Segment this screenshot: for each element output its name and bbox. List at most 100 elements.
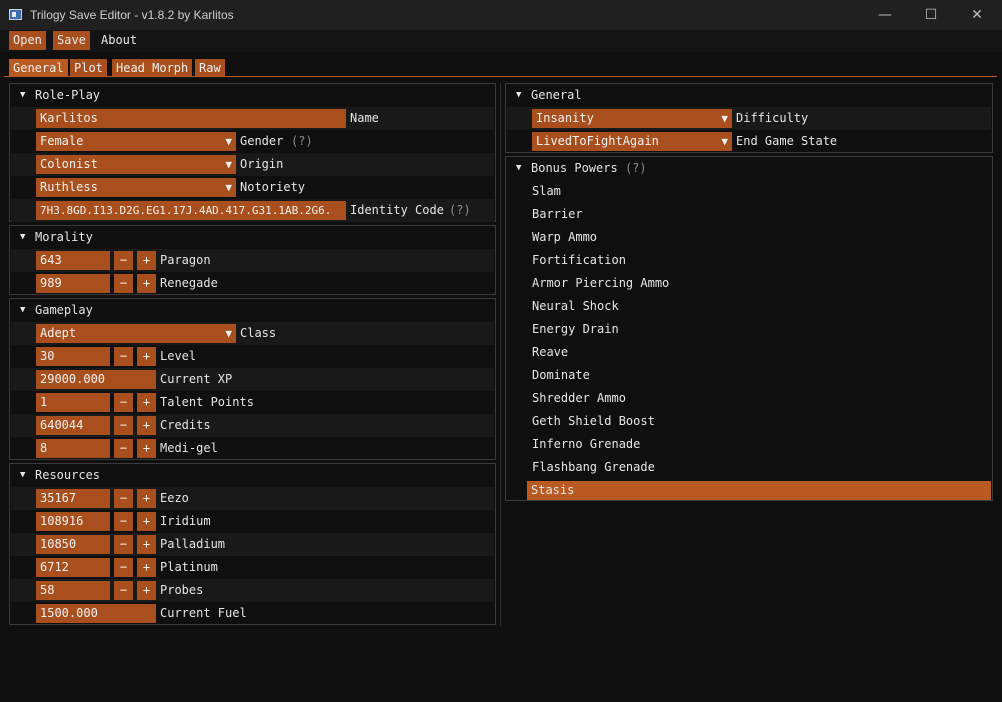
dropdown-arrow-icon: ▼ [721, 112, 728, 125]
fuel-input[interactable]: 1500.000 [36, 604, 156, 623]
power-item-reave[interactable]: Reave [507, 341, 991, 364]
eezo-input[interactable]: 35167 [36, 489, 110, 508]
gender-dropdown[interactable]: Female ▼ [36, 132, 236, 151]
collapse-arrow-icon: ▼ [516, 90, 522, 100]
paragon-increment-button[interactable]: + [137, 251, 156, 270]
palladium-input[interactable]: 10850 [36, 535, 110, 554]
column-divider[interactable] [500, 83, 501, 626]
bonus-powers-header[interactable]: ▼ Bonus Powers (?) [506, 157, 992, 180]
iridium-input[interactable]: 108916 [36, 512, 110, 531]
palladium-label: Palladium [160, 537, 226, 551]
probes-row: 58 − + Probes [11, 579, 494, 602]
resources-header[interactable]: ▼ Resources [10, 464, 495, 487]
power-item-barrier[interactable]: Barrier [507, 203, 991, 226]
medigel-decrement-button[interactable]: − [114, 439, 133, 458]
menu-open[interactable]: Open [9, 31, 46, 50]
origin-dropdown[interactable]: Colonist ▼ [36, 155, 236, 174]
title-bar: Trilogy Save Editor - v1.8.2 by Karlitos… [0, 0, 1002, 30]
medigel-input[interactable]: 8 [36, 439, 110, 458]
paragon-decrement-button[interactable]: − [114, 251, 133, 270]
xp-input[interactable]: 29000.000 [36, 370, 156, 389]
eezo-increment-button[interactable]: + [137, 489, 156, 508]
platinum-increment-button[interactable]: + [137, 558, 156, 577]
power-item-inferno-grenade[interactable]: Inferno Grenade [507, 433, 991, 456]
power-item-armor-piercing-ammo[interactable]: Armor Piercing Ammo [507, 272, 991, 295]
notoriety-dropdown[interactable]: Ruthless ▼ [36, 178, 236, 197]
general-header[interactable]: ▼ General [506, 84, 992, 107]
power-item-stasis[interactable]: Stasis [527, 481, 991, 500]
menu-about[interactable]: About [97, 31, 141, 50]
credits-decrement-button[interactable]: − [114, 416, 133, 435]
collapse-arrow-icon: ▼ [20, 90, 26, 100]
talent-decrement-button[interactable]: − [114, 393, 133, 412]
collapse-arrow-icon: ▼ [20, 232, 26, 242]
paragon-input[interactable]: 643 [36, 251, 110, 270]
roleplay-panel: ▼ Role-Play Karlitos Name Female ▼ Gender… [9, 83, 496, 222]
menu-save[interactable]: Save [53, 31, 90, 50]
level-decrement-button[interactable]: − [114, 347, 133, 366]
gender-help-icon[interactable]: (?) [291, 130, 313, 153]
morality-header[interactable]: ▼ Morality [10, 226, 495, 249]
power-item-geth-shield-boost[interactable]: Geth Shield Boost [507, 410, 991, 433]
power-label: Warp Ammo [532, 230, 598, 244]
power-item-warp-ammo[interactable]: Warp Ammo [507, 226, 991, 249]
platinum-input[interactable]: 6712 [36, 558, 110, 577]
general-title: General [531, 88, 582, 102]
identity-code-input[interactable]: 7H3.8GD.I13.D2G.EG1.17J.4AD.417.G31.1AB.… [36, 201, 346, 220]
minimize-button[interactable]: — [862, 0, 908, 30]
level-increment-button[interactable]: + [137, 347, 156, 366]
tab-plot[interactable]: Plot [70, 59, 107, 77]
palladium-increment-button[interactable]: + [137, 535, 156, 554]
palladium-decrement-button[interactable]: − [114, 535, 133, 554]
maximize-button[interactable]: ☐ [908, 0, 954, 30]
name-label: Name [350, 111, 379, 125]
probes-increment-button[interactable]: + [137, 581, 156, 600]
probes-input[interactable]: 58 [36, 581, 110, 600]
renegade-decrement-button[interactable]: − [114, 274, 133, 293]
power-label: Barrier [532, 207, 583, 221]
dropdown-arrow-icon: ▼ [721, 135, 728, 148]
credits-row: 640044 − + Credits [11, 414, 494, 437]
power-item-flashbang-grenade[interactable]: Flashbang Grenade [507, 456, 991, 479]
roleplay-header[interactable]: ▼ Role-Play [10, 84, 495, 107]
renegade-input[interactable]: 989 [36, 274, 110, 293]
endgame-dropdown[interactable]: LivedToFightAgain ▼ [532, 132, 732, 151]
tab-raw[interactable]: Raw [195, 59, 225, 77]
talent-points-input[interactable]: 1 [36, 393, 110, 412]
endgame-value: LivedToFightAgain [536, 134, 659, 148]
power-item-dominate[interactable]: Dominate [507, 364, 991, 387]
credits-input[interactable]: 640044 [36, 416, 110, 435]
power-label: Stasis [531, 483, 575, 497]
tab-head-morph[interactable]: Head Morph [112, 59, 193, 77]
iridium-increment-button[interactable]: + [137, 512, 156, 531]
name-input[interactable]: Karlitos [36, 109, 346, 128]
power-label: Slam [532, 184, 561, 198]
dropdown-arrow-icon: ▼ [225, 181, 232, 194]
identity-help-icon[interactable]: (?) [449, 199, 471, 222]
level-row: 30 − + Level [11, 345, 494, 368]
xp-row: 29000.000 Current XP [11, 368, 494, 391]
level-input[interactable]: 30 [36, 347, 110, 366]
eezo-label: Eezo [160, 491, 189, 505]
tab-general[interactable]: General [9, 59, 68, 77]
renegade-increment-button[interactable]: + [137, 274, 156, 293]
power-item-slam[interactable]: Slam [507, 180, 991, 203]
talent-increment-button[interactable]: + [137, 393, 156, 412]
power-label: Dominate [532, 368, 590, 382]
class-dropdown[interactable]: Adept ▼ [36, 324, 236, 343]
power-item-shredder-ammo[interactable]: Shredder Ammo [507, 387, 991, 410]
bonus-powers-help-icon[interactable]: (?) [625, 161, 647, 175]
power-item-fortification[interactable]: Fortification [507, 249, 991, 272]
probes-decrement-button[interactable]: − [114, 581, 133, 600]
power-item-neural-shock[interactable]: Neural Shock [507, 295, 991, 318]
close-button[interactable]: ✕ [954, 0, 1000, 30]
endgame-row: LivedToFightAgain ▼ End Game State [507, 130, 991, 153]
medigel-increment-button[interactable]: + [137, 439, 156, 458]
platinum-decrement-button[interactable]: − [114, 558, 133, 577]
gameplay-header[interactable]: ▼ Gameplay [10, 299, 495, 322]
credits-increment-button[interactable]: + [137, 416, 156, 435]
power-item-energy-drain[interactable]: Energy Drain [507, 318, 991, 341]
difficulty-dropdown[interactable]: Insanity ▼ [532, 109, 732, 128]
iridium-decrement-button[interactable]: − [114, 512, 133, 531]
eezo-decrement-button[interactable]: − [114, 489, 133, 508]
